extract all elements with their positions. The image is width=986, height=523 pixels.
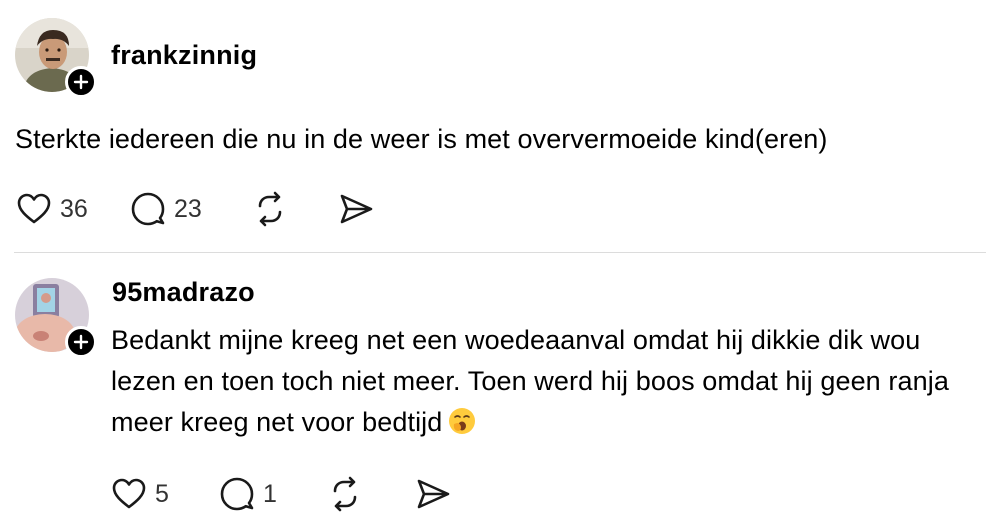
username[interactable]: 95madrazo [112,277,255,308]
repost-icon [333,476,357,512]
repost-button[interactable] [327,474,415,514]
repost-button[interactable] [252,189,338,229]
reply-actions: 5 1 [111,474,455,514]
reply-button[interactable]: 1 [219,474,327,514]
comment-icon [131,192,165,226]
yawning-face-emoji-icon [449,408,476,434]
avatar[interactable] [15,278,97,358]
heart-icon [17,193,51,224]
like-button[interactable]: 5 [111,474,219,514]
like-count: 5 [155,479,169,508]
reply-text: Bedankt mijne kreeg net een woedeaanval … [111,325,949,437]
reply-count: 1 [263,479,277,508]
like-count: 36 [60,194,88,223]
send-icon [417,479,450,509]
post-95madrazo: 95madrazo Bedankt mijne kreeg net een wo… [0,253,986,523]
follow-plus-button[interactable] [65,66,97,98]
reply-button[interactable]: 23 [130,189,252,229]
post-text: Sterkte iedereen die nu in de weer is me… [15,124,828,154]
post-actions: 36 23 [16,189,378,229]
like-button[interactable]: 36 [16,189,130,229]
reply-count: 23 [174,194,202,223]
share-button[interactable] [415,474,455,514]
reply-text-block: Bedankt mijne kreeg net een woedeaanval … [111,320,976,443]
plus-icon [73,334,89,350]
share-button[interactable] [338,189,378,229]
heart-icon [112,478,146,509]
comment-icon [220,477,254,511]
follow-plus-button[interactable] [65,326,97,358]
username[interactable]: frankzinnig [111,40,257,71]
send-icon [340,194,373,224]
post-frankzinnig: frankzinnig Sterkte iedereen die nu in d… [0,0,986,252]
avatar[interactable] [15,18,97,98]
repost-icon [258,191,282,227]
plus-icon [73,74,89,90]
